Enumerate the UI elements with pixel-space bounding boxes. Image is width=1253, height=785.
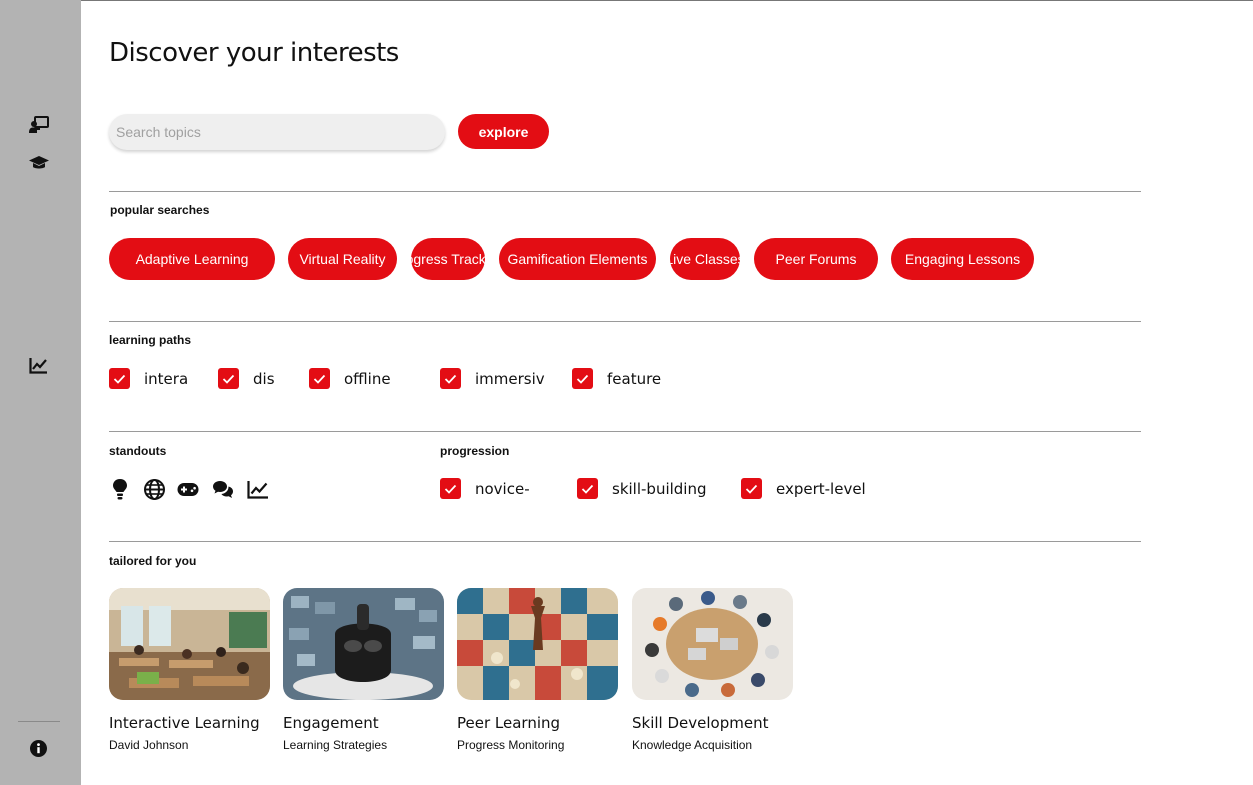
checkmark-icon[interactable] xyxy=(218,368,239,389)
checkmark-icon[interactable] xyxy=(741,478,762,499)
checkbox-label: skill-building xyxy=(612,479,707,498)
path-checkbox-dis[interactable]: dis xyxy=(218,368,275,389)
checkbox-label: offline xyxy=(344,369,391,388)
info-circle-icon[interactable] xyxy=(28,738,49,759)
card-engagement[interactable]: Engagement Learning Strategies xyxy=(283,588,444,752)
section-divider xyxy=(109,321,1141,322)
progression-checkbox-novice[interactable]: novice- xyxy=(440,478,530,499)
checkbox-label: feature xyxy=(607,369,662,388)
checkmark-icon[interactable] xyxy=(109,368,130,389)
chip-adaptive-learning[interactable]: Adaptive Learning xyxy=(109,238,275,280)
progression-checkbox-expert-level[interactable]: expert-level xyxy=(741,478,866,499)
graduation-cap-icon[interactable] xyxy=(28,152,49,173)
card-subtitle: Progress Monitoring xyxy=(457,738,565,752)
chart-line-icon[interactable] xyxy=(247,478,269,500)
progression-checkbox-skill-building[interactable]: skill-building xyxy=(577,478,707,499)
classroom-image xyxy=(109,588,270,700)
card-title: Peer Learning xyxy=(457,714,561,732)
card-interactive-learning[interactable]: Interactive Learning David Johnson xyxy=(109,588,270,752)
chip-engaging-lessons[interactable]: Engaging Lessons xyxy=(891,238,1034,280)
globe-icon[interactable] xyxy=(143,478,165,500)
path-checkbox-immersiv[interactable]: immersiv xyxy=(440,368,545,389)
sidebar-divider xyxy=(18,721,60,722)
section-divider xyxy=(109,431,1141,432)
card-peer-learning[interactable]: Peer Learning Progress Monitoring xyxy=(457,588,618,752)
checkmark-icon[interactable] xyxy=(440,368,461,389)
checkmark-icon[interactable] xyxy=(309,368,330,389)
section-divider xyxy=(109,191,1141,192)
checkbox-label: expert-level xyxy=(776,479,866,498)
progression-label: progression xyxy=(440,444,510,458)
checkmark-icon[interactable] xyxy=(577,478,598,499)
chip-live-classes[interactable]: Live Classes xyxy=(670,238,740,280)
standouts-label: standouts xyxy=(109,444,167,458)
meeting-table-image xyxy=(632,588,793,700)
checkbox-label: intera xyxy=(144,369,189,388)
vr-headset-image xyxy=(283,588,444,700)
explore-button[interactable]: explore xyxy=(458,114,549,149)
checkmark-icon[interactable] xyxy=(440,478,461,499)
sidebar xyxy=(0,0,81,785)
board-game-image xyxy=(457,588,618,700)
lightbulb-icon[interactable] xyxy=(109,478,131,500)
card-subtitle: Knowledge Acquisition xyxy=(632,738,753,752)
chart-line-icon[interactable] xyxy=(28,355,49,376)
card-title: Skill Development xyxy=(632,714,769,732)
section-divider xyxy=(109,541,1141,542)
comments-icon[interactable] xyxy=(212,478,234,500)
page-title: Discover your interests xyxy=(109,38,399,68)
tailored-label: tailored for you xyxy=(109,554,197,568)
path-checkbox-feature[interactable]: feature xyxy=(572,368,661,389)
chip-peer-forums[interactable]: Peer Forums xyxy=(754,238,878,280)
checkbox-label: dis xyxy=(253,369,275,388)
card-title: Interactive Learning xyxy=(109,714,260,732)
gamepad-icon[interactable] xyxy=(177,478,199,500)
popular-searches-label: popular searches xyxy=(110,203,210,217)
card-subtitle: David Johnson xyxy=(109,738,189,752)
checkbox-label: novice- xyxy=(475,479,530,498)
path-checkbox-offline[interactable]: offline xyxy=(309,368,391,389)
chip-gamification-elements[interactable]: Gamification Elements xyxy=(499,238,656,280)
card-skill-development[interactable]: Skill Development Knowledge Acquisition xyxy=(632,588,793,752)
card-subtitle: Learning Strategies xyxy=(283,738,388,752)
learning-paths-label: learning paths xyxy=(109,333,192,347)
chip-progress-tracking[interactable]: Progress Tracking xyxy=(411,238,485,280)
card-title: Engagement xyxy=(283,714,379,732)
checkbox-label: immersiv xyxy=(475,369,545,388)
checkmark-icon[interactable] xyxy=(572,368,593,389)
search-input[interactable] xyxy=(109,114,445,150)
chip-virtual-reality[interactable]: Virtual Reality xyxy=(288,238,397,280)
main-content: Discover your interests explore popular … xyxy=(109,0,1141,785)
chalkboard-teacher-icon[interactable] xyxy=(28,114,49,135)
path-checkbox-intera[interactable]: intera xyxy=(109,368,188,389)
